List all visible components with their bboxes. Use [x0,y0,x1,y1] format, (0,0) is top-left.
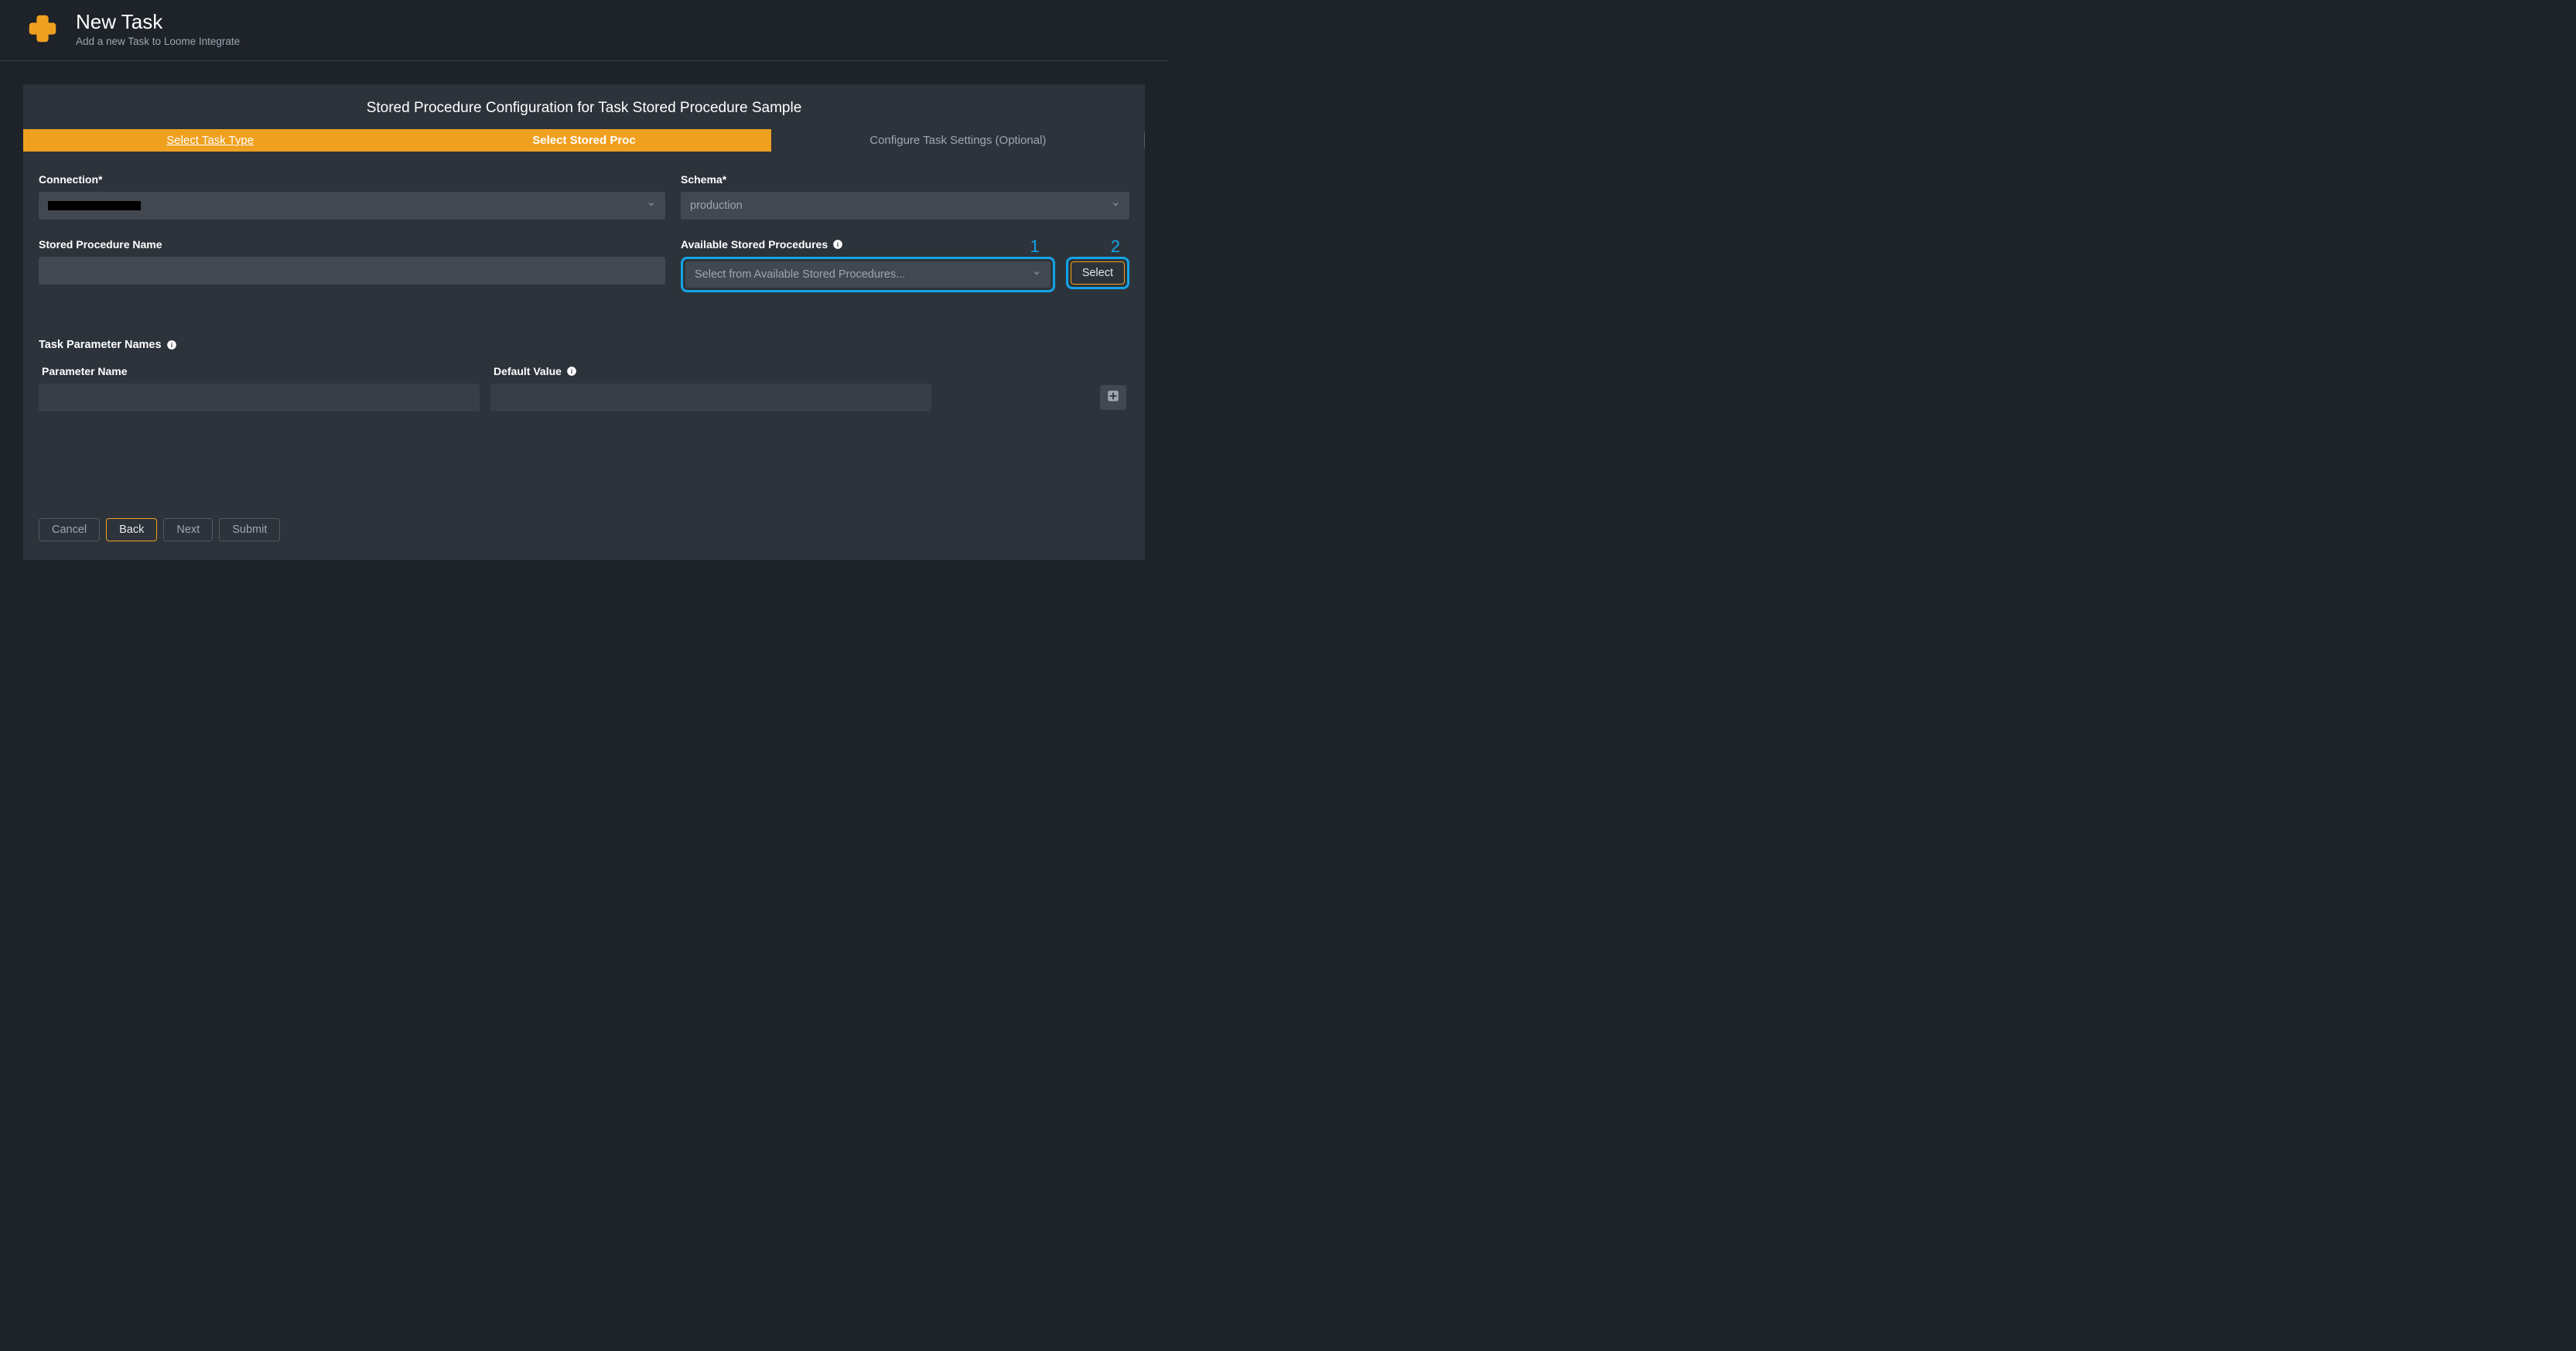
step-configure-settings[interactable]: Configure Task Settings (Optional) [771,129,1145,152]
page-title: New Task [76,10,240,34]
svg-text:i: i [571,368,572,375]
select-button[interactable]: Select [1071,261,1125,285]
connection-label: Connection* [39,173,665,186]
svg-text:i: i [170,342,172,349]
back-button[interactable]: Back [106,518,157,541]
info-icon[interactable]: i [566,366,577,377]
plus-square-icon [1106,389,1120,406]
connection-value-redacted [48,201,141,210]
plus-icon [23,9,62,48]
select-button-highlight: Select [1066,257,1129,289]
connection-select[interactable] [39,192,665,220]
panel-title: Stored Procedure Configuration for Task … [23,100,1145,117]
next-button[interactable]: Next [163,518,213,541]
submit-button[interactable]: Submit [219,518,280,541]
default-value-header: Default Value i [494,365,934,377]
available-label: Available Stored Procedures i [681,238,1129,251]
schema-label: Schema* [681,173,1129,186]
chevron-down-icon [1032,268,1041,281]
chevron-down-icon [1111,200,1120,212]
param-name-input[interactable] [39,384,480,411]
chevron-down-icon [647,200,656,212]
available-select[interactable]: Select from Available Stored Procedures.… [685,261,1051,288]
schema-select[interactable]: production [681,192,1129,220]
available-select-highlight: Select from Available Stored Procedures.… [681,257,1055,292]
sp-name-label: Stored Procedure Name [39,238,665,251]
add-param-button[interactable] [1100,385,1126,410]
task-params-label: Task Parameter Names i [39,339,1129,351]
param-name-header: Parameter Name [42,365,483,377]
default-value-input[interactable] [490,384,931,411]
page-subtitle: Add a new Task to Loome Integrate [76,36,240,47]
step-tabs: Select Task Type Select Stored Proc Conf… [23,129,1145,152]
page-header: New Task Add a new Task to Loome Integra… [0,0,1168,61]
info-icon[interactable]: i [832,239,843,250]
param-row [39,384,1129,411]
schema-value: production [690,200,743,212]
svg-text:i: i [837,241,839,248]
sp-name-input[interactable] [39,257,665,285]
cancel-button[interactable]: Cancel [39,518,100,541]
annotation-1: 1 [1030,237,1039,257]
info-icon[interactable]: i [166,339,177,350]
step-select-stored-proc[interactable]: Select Stored Proc [397,129,770,152]
config-panel: Stored Procedure Configuration for Task … [23,84,1145,560]
annotation-2: 2 [1111,237,1120,257]
step-select-task-type[interactable]: Select Task Type [23,129,397,152]
